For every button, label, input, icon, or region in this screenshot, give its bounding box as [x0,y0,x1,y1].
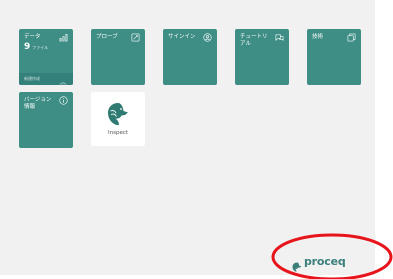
probe-tile-label: プローブ [96,34,118,40]
inspect-app-tile[interactable]: Inspect [91,92,145,146]
proceq-logo-icon [292,257,302,272]
signin-tile-label: サインイン [168,34,196,40]
file-count-value: 9 [24,42,31,52]
inspect-app-name: Inspect [107,130,129,136]
file-count: 9 ファイル [24,42,48,53]
new-measurement-button[interactable]: 新規作成 [19,73,73,85]
data-tile-label: データ [24,34,41,40]
home-screen: データ 9 ファイル 新規作成 プローブ サインイン チュートリ アル 技術 バ… [0,0,375,275]
proceq-logo: proceq [292,255,346,272]
user-circle-icon [203,33,212,42]
new-measurement-label: 新規作成 [24,76,40,81]
bar-chart-icon [59,33,68,42]
probe-tile[interactable]: プローブ [91,29,145,85]
tutorial-tile[interactable]: チュートリ アル [235,29,289,85]
tutorial-icon [275,33,284,42]
eagle-logo-icon [106,102,130,126]
data-tile[interactable]: データ 9 ファイル 新規作成 [19,29,73,85]
signin-tile[interactable]: サインイン [163,29,217,85]
probe-icon [131,33,140,42]
proceq-wordmark: proceq [304,255,346,268]
info-icon [59,96,68,105]
tutorial-tile-label: チュートリ アル [240,34,268,47]
version-tile[interactable]: バージョン 情報 [19,92,73,148]
file-count-unit: ファイル [32,45,49,50]
tech-tile-label: 技術 [312,34,324,40]
plus-circle-icon [59,75,67,85]
copy-icon [347,33,356,42]
tech-tile[interactable]: 技術 [307,29,361,85]
version-tile-label: バージョン 情報 [24,97,52,110]
